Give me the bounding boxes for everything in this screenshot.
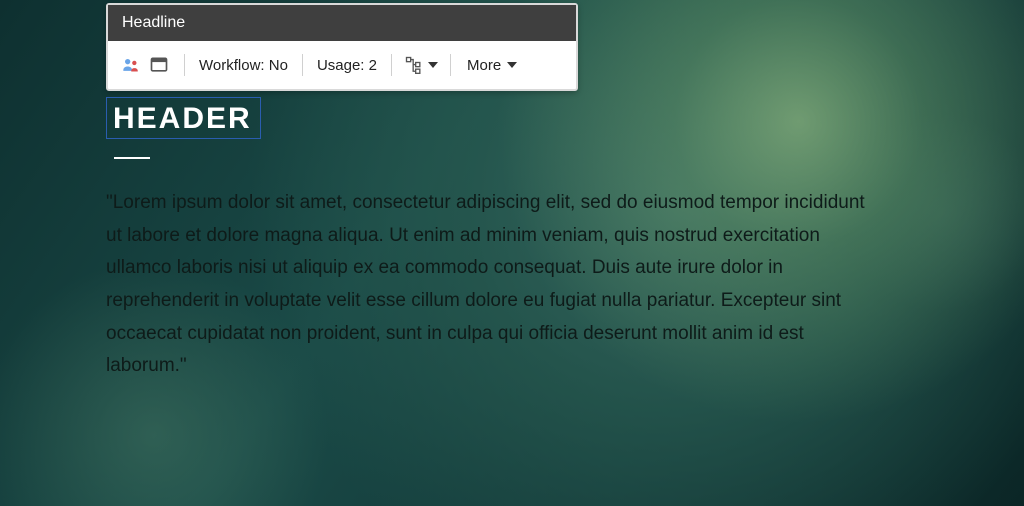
toolbar-separator	[302, 54, 303, 76]
header-selection-box[interactable]: HEADER	[106, 97, 261, 139]
page-content: Headline	[106, 0, 876, 383]
toolbar-separator	[450, 54, 451, 76]
window-button[interactable]	[146, 52, 172, 78]
usage-value: 2	[369, 57, 377, 74]
toolbar: Workflow: No Usage: 2	[108, 41, 576, 89]
tree-icon	[404, 55, 424, 75]
workflow-status[interactable]: Workflow: No	[197, 57, 290, 74]
users-button[interactable]	[118, 52, 144, 78]
chevron-down-icon	[507, 62, 517, 68]
toolbar-separator	[184, 54, 185, 76]
usage-status[interactable]: Usage: 2	[315, 57, 379, 74]
window-icon	[149, 55, 169, 75]
toolbar-separator	[391, 54, 392, 76]
workflow-label: Workflow:	[199, 57, 265, 74]
users-icon	[121, 55, 141, 75]
usage-label: Usage:	[317, 57, 365, 74]
panel-title: Headline	[108, 5, 576, 41]
header-underline	[114, 157, 150, 159]
body-paragraph: "Lorem ipsum dolor sit amet, consectetur…	[106, 187, 866, 383]
page-header: HEADER	[113, 102, 252, 136]
chevron-down-icon	[428, 62, 438, 68]
editor-toolbar-panel: Headline	[106, 3, 578, 91]
more-button[interactable]: More	[463, 57, 521, 74]
workflow-value: No	[269, 57, 288, 74]
tree-button[interactable]	[404, 55, 438, 75]
more-label: More	[467, 57, 501, 74]
